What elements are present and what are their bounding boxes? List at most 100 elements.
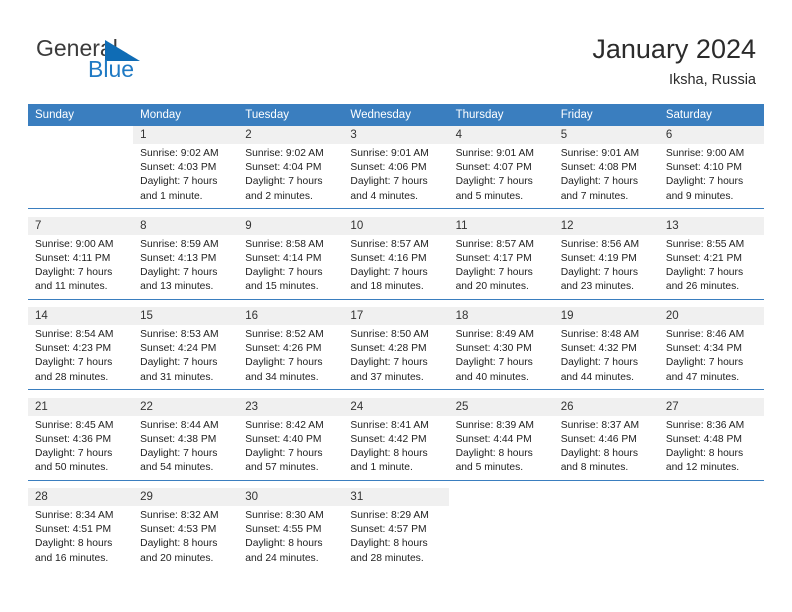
day-sun-info: Sunrise: 8:36 AM Sunset: 4:48 PM Daylight:…: [659, 416, 764, 476]
day-daylight-line2-text: and 7 minutes.: [560, 190, 629, 202]
calendar-day-cell[interactable]: 16 Sunrise: 8:52 AM Sunset: 4:26 PM Dayligh…: [238, 307, 344, 390]
day-sunset-text: Sunset: 4:26 PM: [245, 343, 322, 355]
day-number: 22: [133, 397, 239, 416]
day-daylight-line2-text: and 26 minutes.: [665, 281, 740, 293]
calendar-week-row: 7 Sunrise: 9:00 AM Sunset: 4:11 PM Daylight…: [28, 216, 764, 299]
calendar-day-cell-empty: [658, 488, 764, 570]
day-cell-body: 1 Sunrise: 9:02 AM Sunset: 4:03 PM Daylight…: [133, 126, 239, 208]
day-sunset-text: Sunset: 4:48 PM: [665, 433, 742, 445]
calendar-day-cell[interactable]: 29 Sunrise: 8:32 AM Sunset: 4:53 PM Dayligh…: [133, 488, 239, 570]
day-sunset-text: Sunset: 4:38 PM: [140, 433, 217, 445]
weekday-header-thursday: Thursday: [448, 104, 554, 126]
calendar-day-cell[interactable]: 2 Sunrise: 9:02 AM Sunset: 4:04 PM Daylight…: [238, 126, 344, 209]
day-sun-info: Sunrise: 8:58 AM Sunset: 4:14 PM Daylight:…: [238, 235, 343, 295]
day-daylight-line1-text: Daylight: 8 hours: [140, 538, 218, 550]
calendar-day-cell[interactable]: 22 Sunrise: 8:44 AM Sunset: 4:38 PM Dayligh…: [133, 397, 239, 480]
day-cell-body: 23 Sunrise: 8:42 AM Sunset: 4:40 PM Dayligh…: [238, 397, 344, 480]
day-sunset-text: Sunset: 4:51 PM: [35, 524, 112, 536]
weekday-header-sunday: Sunday: [28, 104, 134, 126]
day-cell-body: [448, 488, 554, 570]
day-sun-info: Sunrise: 8:55 AM Sunset: 4:21 PM Daylight:…: [659, 235, 764, 295]
calendar-day-cell[interactable]: 4 Sunrise: 9:01 AM Sunset: 4:07 PM Daylight…: [448, 126, 554, 209]
calendar-day-cell-empty: [448, 488, 554, 570]
calendar-day-cell[interactable]: 15 Sunrise: 8:53 AM Sunset: 4:24 PM Dayligh…: [133, 307, 239, 390]
calendar-day-cell[interactable]: 10 Sunrise: 8:57 AM Sunset: 4:16 PM Dayligh…: [343, 216, 449, 299]
day-daylight-line1-text: Daylight: 7 hours: [35, 447, 113, 459]
day-number: 30: [238, 488, 344, 506]
day-sunrise-text: Sunrise: 8:50 AM: [350, 329, 429, 340]
day-cell-body: 8 Sunrise: 8:59 AM Sunset: 4:13 PM Daylight…: [133, 216, 239, 299]
calendar-day-cell[interactable]: 5 Sunrise: 9:01 AM Sunset: 4:08 PM Daylight…: [553, 126, 659, 209]
day-sunrise-text: Sunrise: 8:49 AM: [455, 329, 534, 340]
day-cell-body: 14 Sunrise: 8:54 AM Sunset: 4:23 PM Dayligh…: [28, 307, 134, 389]
day-sunrise-text: Sunrise: 8:42 AM: [245, 419, 324, 431]
calendar-week-row: 14 Sunrise: 8:54 AM Sunset: 4:23 PM Dayligh…: [28, 307, 764, 390]
calendar-day-cell[interactable]: 17 Sunrise: 8:50 AM Sunset: 4:28 PM Dayligh…: [343, 307, 449, 390]
calendar-day-cell[interactable]: 12 Sunrise: 8:56 AM Sunset: 4:19 PM Dayligh…: [553, 216, 659, 299]
page-title: January 2024: [592, 34, 756, 64]
day-cell-body: [658, 488, 764, 570]
day-sun-info: Sunrise: 8:45 AM Sunset: 4:36 PM Daylight:…: [28, 416, 133, 476]
day-cell-body: 3 Sunrise: 9:01 AM Sunset: 4:06 PM Daylight…: [343, 126, 449, 208]
day-sun-info: Sunrise: 8:53 AM Sunset: 4:24 PM Daylight:…: [133, 325, 238, 385]
calendar-day-cell[interactable]: 9 Sunrise: 8:58 AM Sunset: 4:14 PM Daylight…: [238, 216, 344, 299]
day-daylight-line2-text: and 54 minutes.: [140, 462, 214, 474]
calendar-day-cell[interactable]: 7 Sunrise: 9:00 AM Sunset: 4:11 PM Daylight…: [28, 216, 134, 299]
calendar-day-cell[interactable]: 30 Sunrise: 8:30 AM Sunset: 4:55 PM Dayligh…: [238, 488, 344, 570]
day-number: 3: [343, 126, 449, 144]
day-cell-body: 22 Sunrise: 8:44 AM Sunset: 4:38 PM Dayligh…: [133, 397, 239, 480]
day-sunrise-text: Sunrise: 8:59 AM: [140, 238, 219, 250]
day-sun-info: Sunrise: 8:30 AM Sunset: 4:55 PM Daylight:…: [238, 506, 343, 566]
day-daylight-line2-text: and 23 minutes.: [560, 281, 634, 293]
calendar-day-cell[interactable]: 27 Sunrise: 8:36 AM Sunset: 4:48 PM Dayligh…: [658, 397, 764, 480]
calendar-day-cell[interactable]: 21 Sunrise: 8:45 AM Sunset: 4:36 PM Dayligh…: [28, 397, 134, 480]
calendar-day-cell[interactable]: 13 Sunrise: 8:55 AM Sunset: 4:21 PM Dayligh…: [658, 216, 764, 299]
calendar-day-cell[interactable]: 18 Sunrise: 8:49 AM Sunset: 4:30 PM Dayligh…: [448, 307, 554, 390]
day-sunrise-text: Sunrise: 8:48 AM: [560, 329, 640, 340]
calendar-day-cell[interactable]: 19 Sunrise: 8:48 AM Sunset: 4:32 PM Dayligh…: [553, 307, 659, 390]
generalblue-logo[interactable]: General Blue: [36, 35, 146, 85]
day-sunrise-text: Sunrise: 9:00 AM: [35, 238, 114, 250]
calendar-day-cell[interactable]: 20 Sunrise: 8:46 AM Sunset: 4:34 PM Dayligh…: [658, 307, 764, 390]
calendar-day-cell[interactable]: 11 Sunrise: 8:57 AM Sunset: 4:17 PM Dayligh…: [448, 216, 554, 299]
calendar-grid: Sunday Monday Tuesday Wednesday Thursday…: [28, 104, 764, 570]
weekday-header-tuesday: Tuesday: [238, 104, 344, 126]
day-sunset-text: Sunset: 4:10 PM: [665, 162, 742, 174]
calendar-day-cell[interactable]: 14 Sunrise: 8:54 AM Sunset: 4:23 PM Dayligh…: [28, 307, 134, 390]
week-separator: [28, 208, 764, 217]
day-sun-info: Sunrise: 8:42 AM Sunset: 4:40 PM Daylight:…: [238, 416, 343, 476]
calendar-day-cell[interactable]: 25 Sunrise: 8:39 AM Sunset: 4:44 PM Dayligh…: [448, 397, 554, 480]
day-sunrise-text: Sunrise: 8:32 AM: [140, 510, 219, 521]
day-daylight-line1-text: Daylight: 7 hours: [35, 266, 113, 278]
day-daylight-line2-text: and 13 minutes.: [140, 281, 214, 293]
day-daylight-line2-text: and 57 minutes.: [245, 462, 319, 474]
day-sun-info: Sunrise: 8:34 AM Sunset: 4:51 PM Daylight:…: [28, 506, 133, 566]
calendar-day-cell[interactable]: 6 Sunrise: 9:00 AM Sunset: 4:10 PM Daylight…: [658, 126, 764, 209]
calendar-day-cell[interactable]: 28 Sunrise: 8:34 AM Sunset: 4:51 PM Dayligh…: [28, 488, 134, 570]
day-cell-body: [553, 488, 659, 570]
day-number: 6: [658, 126, 764, 144]
day-daylight-line2-text: and 5 minutes.: [455, 462, 524, 474]
day-number: 9: [238, 216, 344, 235]
calendar-day-cell[interactable]: 26 Sunrise: 8:37 AM Sunset: 4:46 PM Dayligh…: [553, 397, 659, 480]
day-number: 12: [553, 216, 659, 235]
day-cell-body: 10 Sunrise: 8:57 AM Sunset: 4:16 PM Dayligh…: [343, 216, 449, 299]
calendar-day-cell[interactable]: 31 Sunrise: 8:29 AM Sunset: 4:57 PM Dayligh…: [343, 488, 449, 570]
day-daylight-line2-text: and 15 minutes.: [245, 281, 319, 293]
day-sunrise-text: Sunrise: 8:52 AM: [245, 329, 324, 340]
calendar-day-cell[interactable]: 24 Sunrise: 8:41 AM Sunset: 4:42 PM Dayligh…: [343, 397, 449, 480]
day-sunset-text: Sunset: 4:07 PM: [455, 162, 532, 174]
title-block: January 2024 Iksha, Russia: [592, 32, 756, 91]
calendar-day-cell[interactable]: 3 Sunrise: 9:01 AM Sunset: 4:06 PM Daylight…: [343, 126, 449, 209]
calendar-day-cell[interactable]: 1 Sunrise: 9:02 AM Sunset: 4:03 PM Daylight…: [133, 126, 239, 209]
week-separator-rule: [28, 298, 764, 307]
day-daylight-line1-text: Daylight: 7 hours: [350, 176, 428, 188]
day-number: 4: [448, 126, 554, 144]
day-daylight-line1-text: Daylight: 8 hours: [455, 447, 533, 459]
day-daylight-line1-text: Daylight: 7 hours: [350, 357, 428, 369]
day-daylight-line2-text: and 2 minutes.: [245, 190, 313, 202]
day-daylight-line2-text: and 8 minutes.: [560, 462, 629, 474]
calendar-day-cell[interactable]: 23 Sunrise: 8:42 AM Sunset: 4:40 PM Dayligh…: [238, 397, 344, 480]
calendar-day-cell[interactable]: 8 Sunrise: 8:59 AM Sunset: 4:13 PM Daylight…: [133, 216, 239, 299]
day-sunrise-text: Sunrise: 9:01 AM: [455, 148, 534, 159]
